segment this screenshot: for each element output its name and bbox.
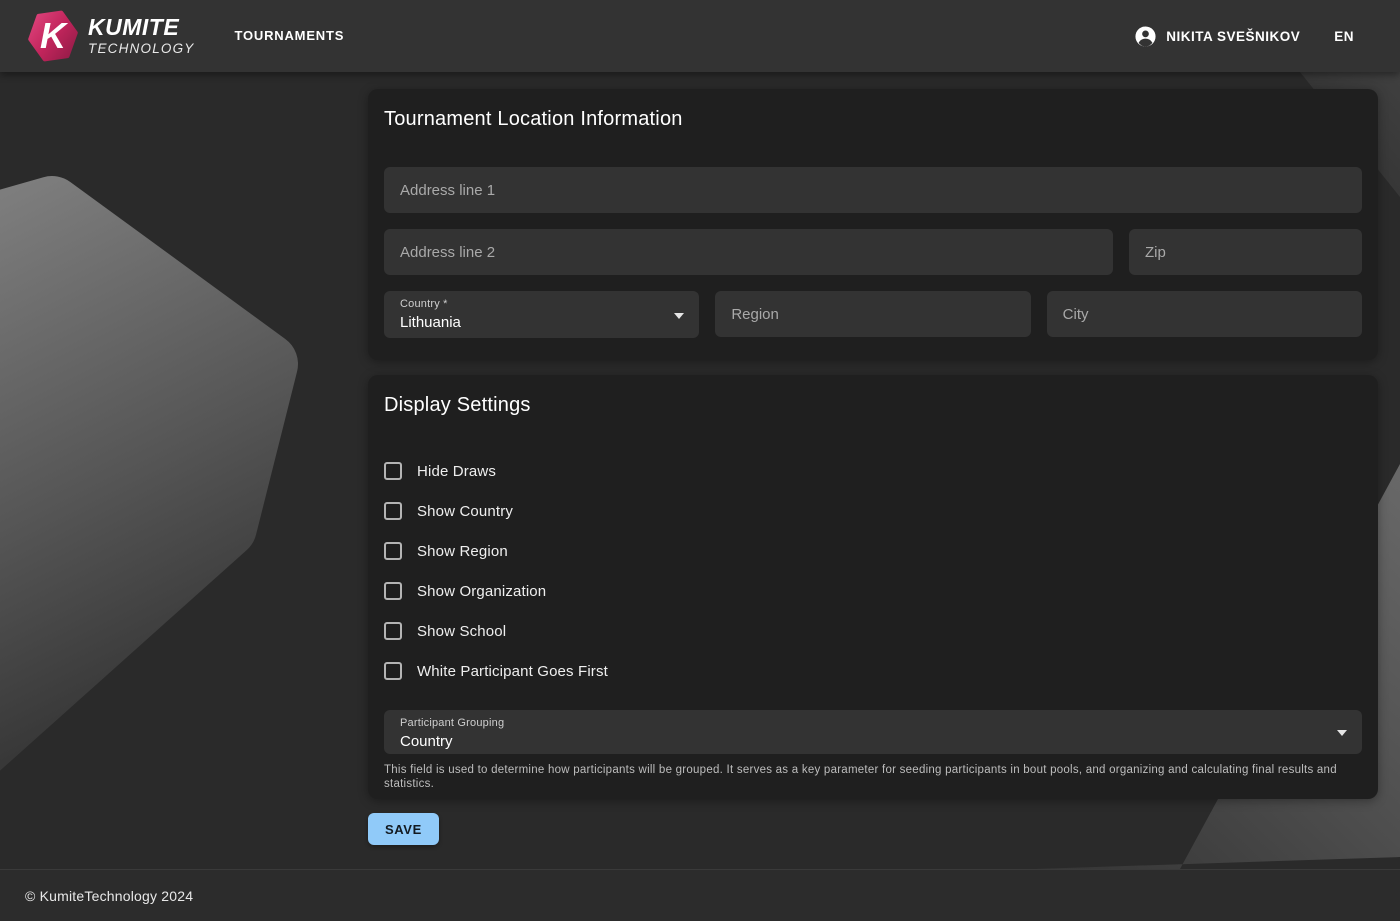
checkbox-icon[interactable] xyxy=(384,462,402,480)
checkbox-icon[interactable] xyxy=(384,622,402,640)
checkbox-label: White Participant Goes First xyxy=(417,663,608,680)
city-input[interactable] xyxy=(1047,291,1362,337)
nav-item-tournaments[interactable]: TOURNAMENTS xyxy=(235,20,345,51)
checkbox-icon[interactable] xyxy=(384,542,402,560)
kumite-hexagon-logo-icon: K xyxy=(28,9,78,63)
address-line-1-input[interactable] xyxy=(384,167,1362,213)
brand-text: KUMITE TECHNOLOGY xyxy=(88,16,195,56)
save-button[interactable]: SAVE xyxy=(368,813,439,845)
address-line-2-input[interactable] xyxy=(384,229,1113,275)
user-menu[interactable]: NIKITA SVEŠNIKOV xyxy=(1134,25,1300,48)
checkbox-show-organization[interactable]: Show Organization xyxy=(384,571,1362,611)
country-select-label: Country * xyxy=(400,298,659,311)
checkbox-show-region[interactable]: Show Region xyxy=(384,531,1362,571)
location-card-title: Tournament Location Information xyxy=(384,89,1362,133)
region-input[interactable] xyxy=(715,291,1030,337)
app-footer: © KumiteTechnology 2024 xyxy=(0,869,1400,921)
zip-input[interactable] xyxy=(1129,229,1362,275)
chevron-down-icon xyxy=(674,313,684,319)
display-card-title: Display Settings xyxy=(384,375,1362,419)
brand-subname: TECHNOLOGY xyxy=(88,42,195,56)
chevron-down-icon xyxy=(1337,730,1347,736)
country-select[interactable]: Country * Lithuania xyxy=(384,291,699,338)
participant-grouping-value: Country xyxy=(400,733,1322,751)
display-checkbox-group: Hide Draws Show Country Show Region Show… xyxy=(384,451,1362,691)
brand-name: KUMITE xyxy=(88,16,195,39)
tournament-location-card: Tournament Location Information Country … xyxy=(368,89,1378,360)
checkbox-hide-draws[interactable]: Hide Draws xyxy=(384,451,1362,491)
checkbox-label: Show Organization xyxy=(417,583,546,600)
app-header: K KUMITE TECHNOLOGY TOURNAMENTS NIKITA S… xyxy=(0,0,1400,72)
checkbox-label: Show School xyxy=(417,623,506,640)
copyright-text: © KumiteTechnology 2024 xyxy=(25,888,193,904)
checkbox-white-participant-goes-first[interactable]: White Participant Goes First xyxy=(384,651,1362,691)
user-avatar-icon xyxy=(1134,25,1157,48)
display-settings-card: Display Settings Hide Draws Show Country… xyxy=(368,375,1378,799)
language-switcher[interactable]: EN xyxy=(1334,29,1354,44)
participant-grouping-select[interactable]: Participant Grouping Country xyxy=(384,710,1362,754)
logo[interactable]: K KUMITE TECHNOLOGY xyxy=(28,9,195,63)
participant-grouping-label: Participant Grouping xyxy=(400,717,1322,730)
checkbox-label: Hide Draws xyxy=(417,463,496,480)
checkbox-show-school[interactable]: Show School xyxy=(384,611,1362,651)
checkbox-label: Show Region xyxy=(417,543,508,560)
checkbox-label: Show Country xyxy=(417,503,513,520)
background-shape-left xyxy=(0,207,267,772)
main-content: Tournament Location Information Country … xyxy=(0,72,1400,869)
checkbox-icon[interactable] xyxy=(384,662,402,680)
checkbox-icon[interactable] xyxy=(384,582,402,600)
checkbox-show-country[interactable]: Show Country xyxy=(384,491,1362,531)
checkbox-icon[interactable] xyxy=(384,502,402,520)
svg-text:K: K xyxy=(40,15,69,56)
participant-grouping-helper-text: This field is used to determine how part… xyxy=(384,763,1362,791)
country-select-value: Lithuania xyxy=(400,314,659,332)
user-name: NIKITA SVEŠNIKOV xyxy=(1166,29,1300,44)
